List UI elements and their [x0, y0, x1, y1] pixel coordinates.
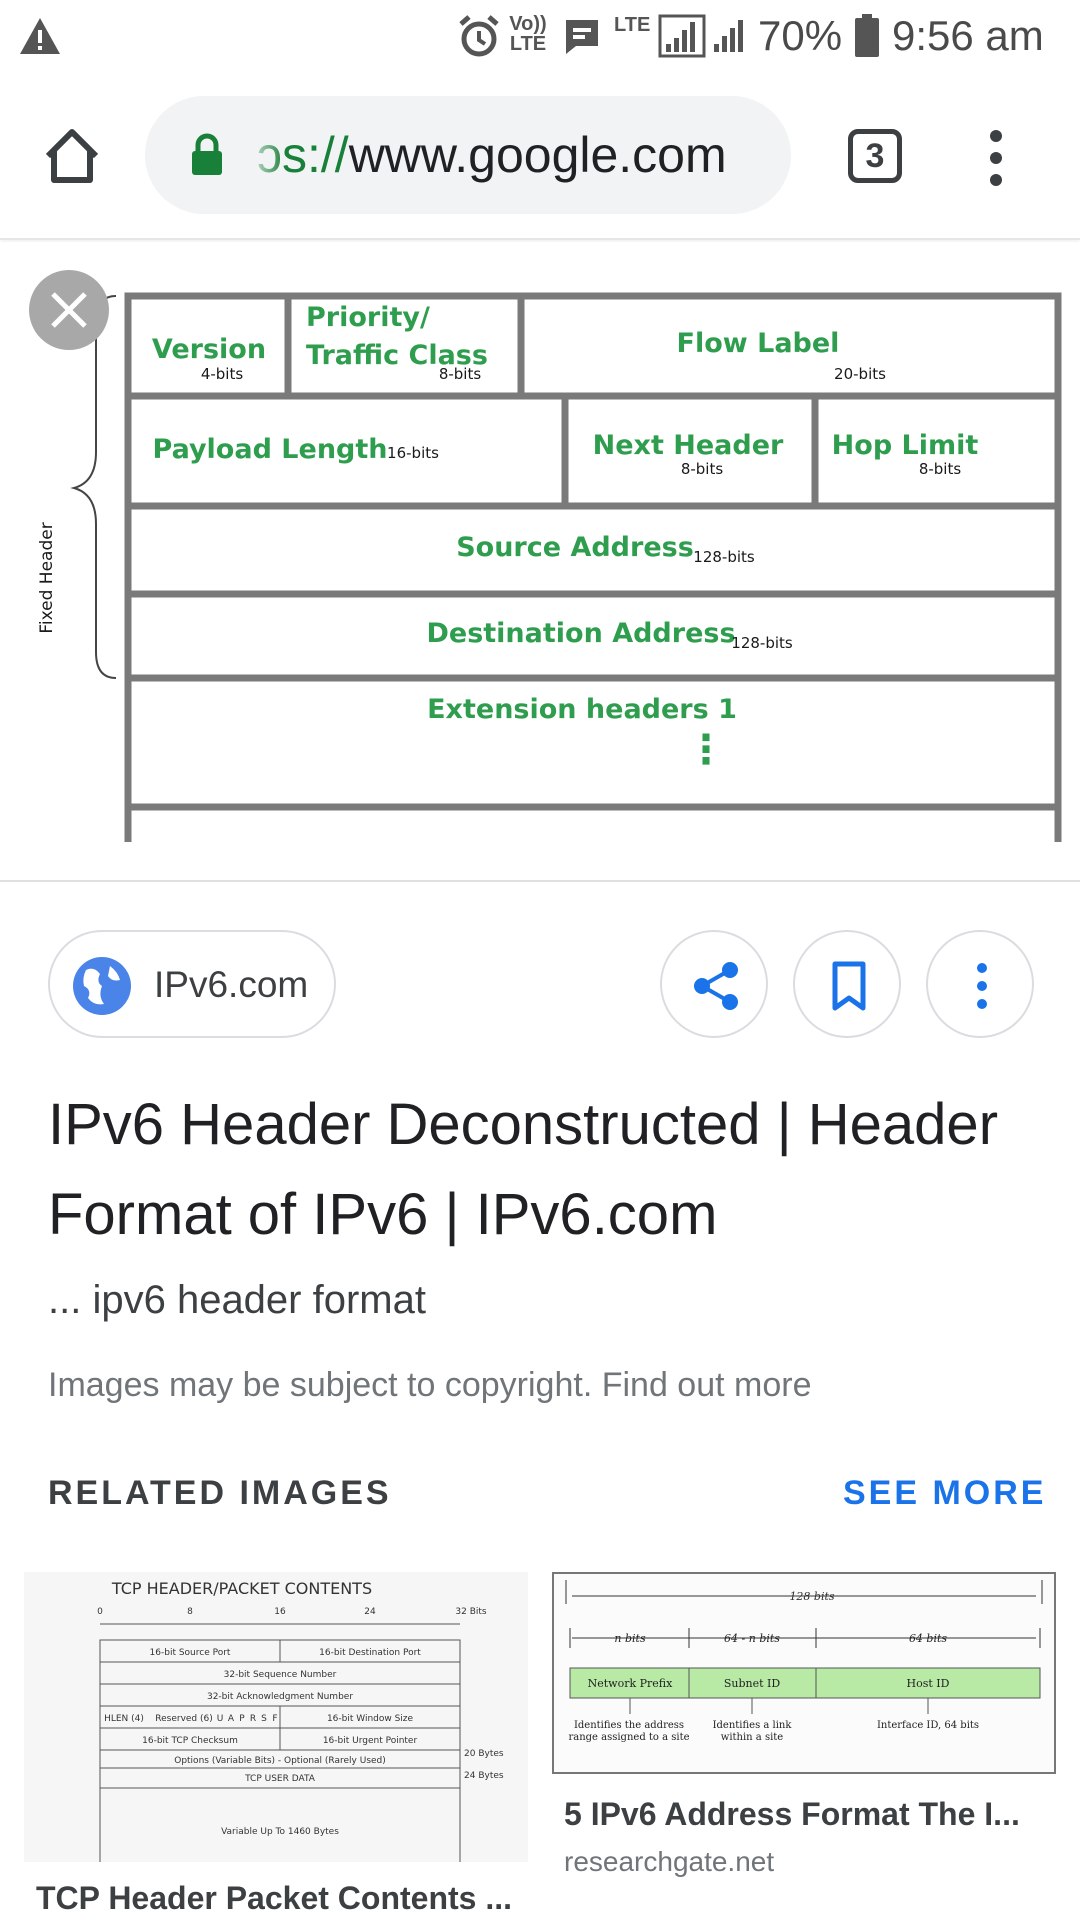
source-chip[interactable]: IPv6.com	[48, 930, 336, 1038]
lte-indicator: LTE	[614, 14, 651, 36]
svg-text:S: S	[261, 1714, 267, 1724]
svg-text:64 - n bits: 64 - n bits	[724, 1632, 780, 1645]
svg-text:Host ID: Host ID	[907, 1677, 950, 1690]
message-icon	[566, 20, 598, 54]
more-vert-icon	[977, 963, 987, 1009]
result-snippet: ... ipv6 header format	[48, 1278, 426, 1322]
next-header-bits: 8-bits	[681, 460, 724, 478]
svg-text:16-bit Window Size: 16-bit Window Size	[327, 1714, 414, 1724]
svg-text:16-bit Source Port: 16-bit Source Port	[150, 1648, 231, 1658]
flow-bits: 20-bits	[834, 365, 886, 383]
close-icon	[51, 292, 87, 328]
close-viewer-button[interactable]	[29, 270, 109, 350]
signal-icon	[658, 14, 743, 58]
copyright-text: Images may be subject to copyright.	[48, 1366, 593, 1404]
volte-indicator: Vo)) LTE	[509, 13, 547, 55]
svg-text:TCP USER DATA: TCP USER DATA	[244, 1774, 316, 1784]
bookmark-icon	[832, 961, 866, 1011]
svg-text:U: U	[217, 1714, 224, 1724]
ipv6-address-format-thumbnail: 128 bits n bits 64 - n bits 64 bits Netw…	[552, 1572, 1056, 1774]
alarm-icon	[459, 15, 499, 57]
hop-limit-label: Hop Limit	[832, 430, 979, 461]
destination-address-bits: 128-bits	[731, 634, 793, 652]
svg-text:Options (Variable Bits) - Opti: Options (Variable Bits) - Optional (Rare…	[174, 1756, 386, 1766]
copyright-notice: Images may be subject to copyright. Find…	[48, 1366, 811, 1405]
source-address-label: Source Address	[456, 532, 694, 563]
payload-length-label: Payload Length	[153, 434, 388, 465]
destination-address-label: Destination Address	[426, 618, 735, 649]
fixed-header-label: Fixed Header	[37, 522, 57, 633]
svg-text:P: P	[239, 1714, 245, 1724]
svg-text:24 Bytes: 24 Bytes	[464, 1771, 504, 1781]
svg-text:F: F	[272, 1714, 277, 1724]
hop-limit-bits: 8-bits	[919, 460, 962, 478]
result-title[interactable]: IPv6 Header Deconstructed | Header Forma…	[48, 1080, 1038, 1260]
svg-text:A: A	[228, 1714, 235, 1724]
ellipsis-mark: ⋮	[686, 727, 726, 773]
svg-text:20 Bytes: 20 Bytes	[464, 1749, 504, 1759]
related-caption-1[interactable]: TCP Header Packet Contents ...	[36, 1880, 516, 1917]
status-bar: Vo)) LTE LTE 70% 9:56 am	[0, 0, 1080, 76]
flow-label: Flow Label	[677, 328, 840, 359]
svg-text:16: 16	[274, 1607, 286, 1617]
tab-switcher-button[interactable]: 3	[848, 129, 902, 183]
related-source-2: researchgate.net	[564, 1846, 775, 1877]
globe-icon	[73, 957, 131, 1015]
tcp-header-thumbnail: TCP HEADER/PACKET CONTENTS 0 8 16 24 32 …	[97, 1579, 504, 1862]
extension-headers-label: Extension headers 1	[427, 694, 737, 725]
svg-text:TCP HEADER/PACKET CONTENTS: TCP HEADER/PACKET CONTENTS	[111, 1579, 372, 1598]
address-bar[interactable]: ɔs://www.google.com	[145, 96, 791, 214]
priority-label-line1: Priority/	[306, 302, 430, 333]
warning-icon	[20, 18, 60, 54]
svg-text:R: R	[250, 1714, 256, 1724]
related-image-2[interactable]: 128 bits n bits 64 - n bits 64 bits Netw…	[552, 1572, 1056, 1774]
svg-text:128 bits: 128 bits	[789, 1590, 834, 1603]
svg-text:16-bit Destination Port: 16-bit Destination Port	[319, 1648, 421, 1658]
save-button[interactable]	[793, 930, 901, 1038]
image-viewer: Fixed Header Version 4-bits Priority/ Tr…	[0, 242, 1080, 882]
browser-toolbar: ɔs://www.google.com 3	[0, 76, 1080, 240]
svg-text:HLEN (4): HLEN (4)	[104, 1714, 144, 1724]
svg-text:n bits: n bits	[614, 1632, 646, 1645]
svg-text:8: 8	[187, 1607, 193, 1617]
clock: 9:56 am	[892, 12, 1044, 59]
svg-text:16-bit Urgent Pointer: 16-bit Urgent Pointer	[323, 1736, 418, 1746]
svg-text:Variable Up To 1460 Bytes: Variable Up To 1460 Bytes	[221, 1827, 339, 1837]
svg-text:Network Prefix: Network Prefix	[588, 1677, 674, 1690]
svg-text:32-bit Acknowledgment Number: 32-bit Acknowledgment Number	[207, 1692, 353, 1702]
share-icon	[694, 962, 738, 1010]
related-images-heading: RELATED IMAGES	[48, 1474, 392, 1512]
find-out-more-link[interactable]: Find out more	[602, 1366, 812, 1404]
more-options-button[interactable]	[926, 930, 1034, 1038]
related-caption-2[interactable]: 5 IPv6 Address Format The I...	[564, 1796, 1034, 1833]
svg-text:64 bits: 64 bits	[909, 1632, 947, 1645]
svg-text:16-bit TCP Checksum: 16-bit TCP Checksum	[142, 1736, 238, 1746]
related-image-1[interactable]: TCP HEADER/PACKET CONTENTS 0 8 16 24 32 …	[24, 1572, 528, 1862]
see-more-link[interactable]: SEE MORE	[843, 1474, 1046, 1513]
payload-bits: 16-bits	[387, 444, 439, 462]
battery-icon	[855, 14, 879, 57]
priority-bits: 8-bits	[439, 365, 482, 383]
next-header-label: Next Header	[593, 430, 784, 461]
svg-text:24: 24	[364, 1607, 376, 1617]
svg-text:Reserved (6): Reserved (6)	[155, 1714, 213, 1724]
ipv6-header-diagram: Fixed Header Version 4-bits Priority/ Tr…	[37, 292, 1062, 842]
svg-text:Subnet ID: Subnet ID	[724, 1677, 781, 1690]
svg-text:0: 0	[97, 1607, 103, 1617]
svg-text:32-bit Sequence Number: 32-bit Sequence Number	[224, 1670, 337, 1680]
home-icon[interactable]	[40, 124, 104, 188]
source-name: IPv6.com	[154, 964, 309, 1005]
source-address-bits: 128-bits	[693, 548, 755, 566]
svg-text:32 Bits: 32 Bits	[455, 1607, 487, 1617]
battery-percent: 70%	[758, 12, 843, 59]
svg-text:Interface ID, 64 bits: Interface ID, 64 bits	[877, 1720, 979, 1731]
version-label: Version	[152, 334, 266, 365]
lock-icon	[192, 133, 222, 175]
url-text: ɔs://www.google.com	[257, 127, 727, 183]
menu-icon[interactable]	[980, 128, 1012, 188]
version-bits: 4-bits	[201, 365, 244, 383]
share-button[interactable]	[660, 930, 768, 1038]
